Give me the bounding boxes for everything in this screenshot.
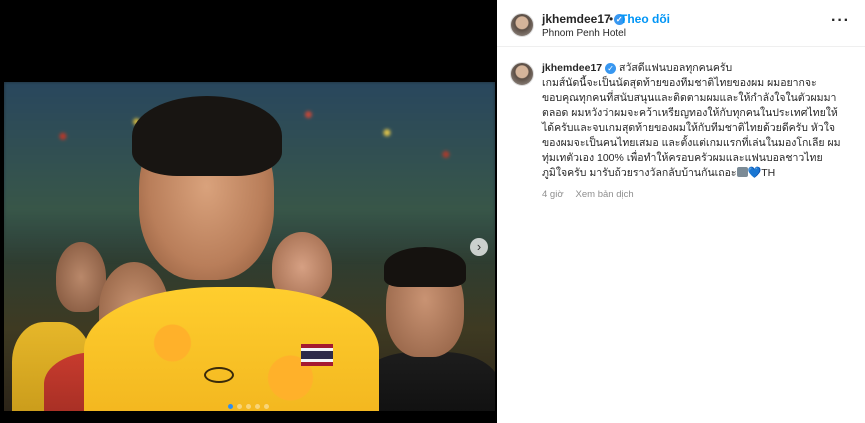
photo-player-hair: [132, 96, 282, 176]
caption-suffix: TH: [761, 167, 776, 179]
caption-body: เกมส์นัดนี้จะเป็นนัดสุดท้ายของทีมชาติไทย…: [542, 77, 841, 179]
caption: jkhemdee17 ✓ สวัสดีแฟนบอลทุกคนครับ เกมส์น…: [497, 47, 865, 200]
carousel-indicator: [228, 404, 269, 409]
carousel-dot: [237, 404, 242, 409]
carousel-dot: [228, 404, 233, 409]
carousel-dot: [264, 404, 269, 409]
verified-badge-icon: ✓: [605, 62, 617, 74]
more-options-icon[interactable]: ···: [831, 12, 850, 30]
caption-meta: 4 giờ Xem bản dịch: [542, 189, 849, 200]
flag-stripe: [301, 362, 333, 367]
thai-flag-patch: [301, 344, 333, 367]
post-media-pane: ›: [0, 0, 497, 423]
see-translation-link[interactable]: Xem bản dịch: [576, 189, 634, 200]
carousel-next-button[interactable]: ›: [470, 238, 488, 256]
post-timestamp[interactable]: 4 giờ: [542, 189, 564, 200]
jersey-logo: [204, 367, 234, 383]
avatar[interactable]: [510, 13, 534, 37]
location-link[interactable]: Phnom Penh Hotel: [542, 28, 626, 39]
post-photo[interactable]: [4, 82, 495, 411]
post-header: jkhemdee17 ✓ • Theo dõi Phnom Penh Hotel …: [497, 0, 865, 47]
photo-player-jersey: [84, 287, 379, 411]
separator-dot: •: [609, 12, 614, 26]
trophy-emoji-icon: [736, 167, 748, 177]
carousel-dot: [255, 404, 260, 409]
carousel-dot: [246, 404, 251, 409]
blue-heart-icon: 💙: [747, 167, 762, 179]
caption-username[interactable]: jkhemdee17: [542, 62, 602, 74]
username-text[interactable]: jkhemdee17: [542, 12, 611, 26]
follow-button[interactable]: Theo dõi: [620, 12, 670, 26]
post-side-panel: jkhemdee17 ✓ • Theo dõi Phnom Penh Hotel …: [497, 0, 865, 423]
caption-greeting: สวัสดีแฟนบอลทุกคนครับ: [619, 62, 733, 74]
caption-first-line: jkhemdee17 ✓ สวัสดีแฟนบอลทุกคนครับ: [542, 61, 849, 76]
photo-person-right-hair: [384, 247, 466, 287]
caption-text: เกมส์นัดนี้จะเป็นนัดสุดท้ายของทีมชาติไทย…: [542, 76, 847, 181]
photo-person-right: [359, 352, 495, 411]
